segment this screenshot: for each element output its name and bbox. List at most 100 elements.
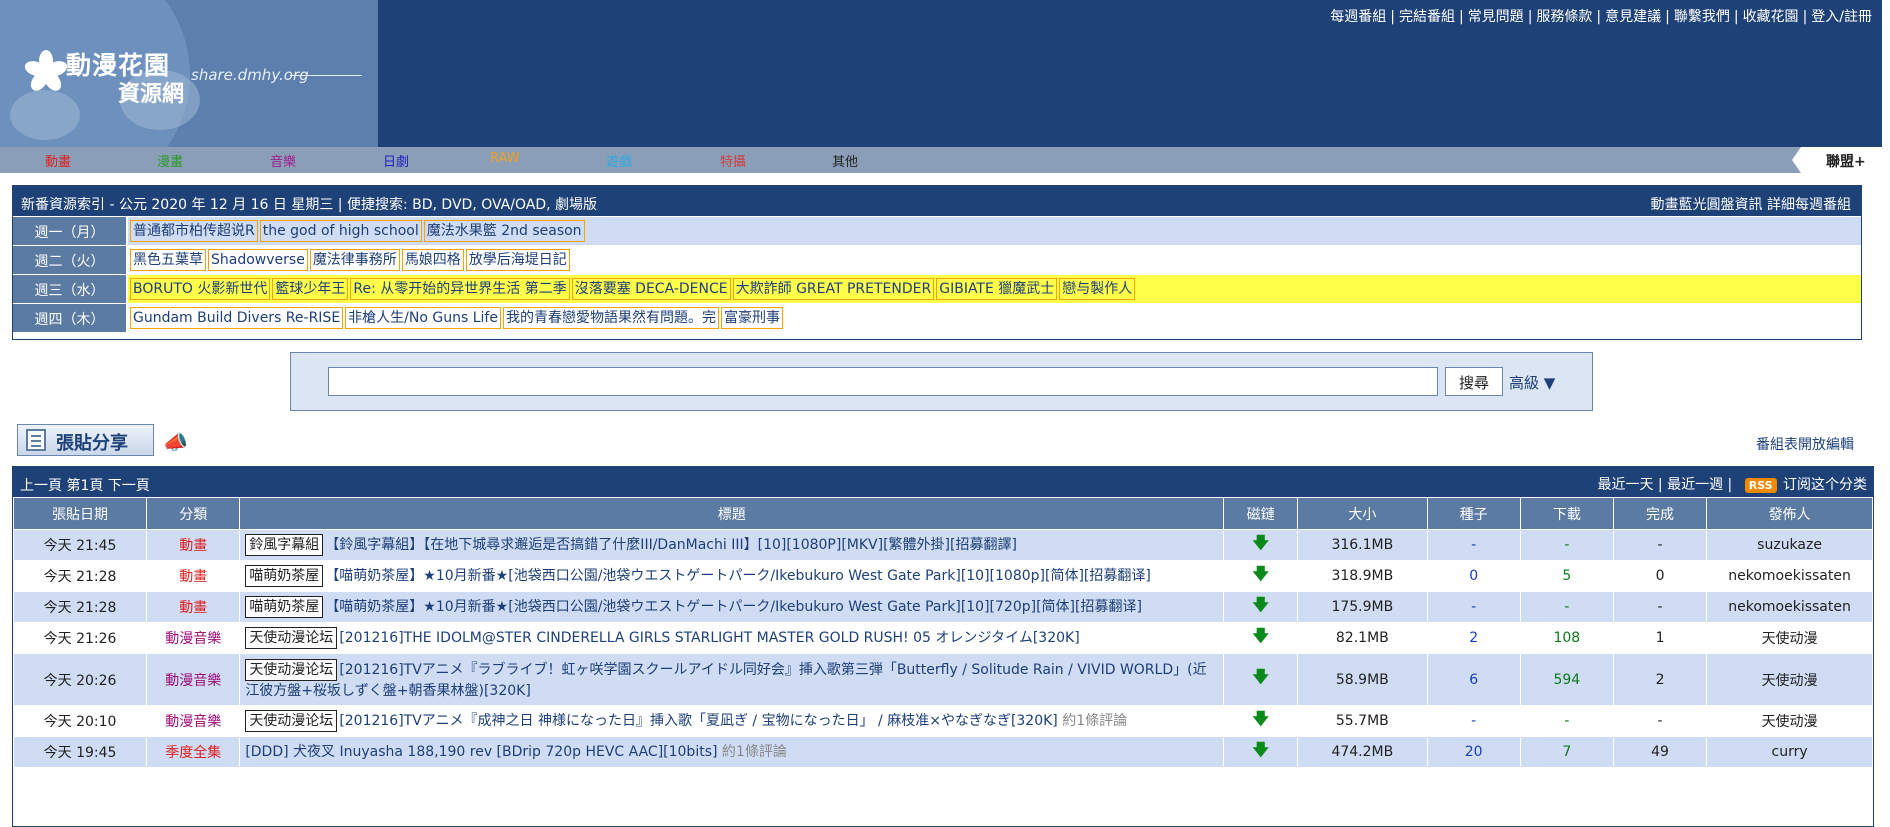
weekly-series-link[interactable]: 沒落要塞 DECA-DENCE <box>571 278 731 300</box>
category-games[interactable]: 遊戲 <box>606 151 632 170</box>
comment-count[interactable]: 約1條評論 <box>1062 713 1127 729</box>
column-header-magnet[interactable]: 磁鏈 <box>1223 497 1299 530</box>
toplink-contact[interactable]: 聯繫我們 <box>1674 9 1730 25</box>
team-tag[interactable]: 天使动漫论坛 <box>245 658 338 681</box>
weekly-series-link[interactable]: 我的青春戀愛物語果然有問題。完 <box>502 307 719 329</box>
weekly-series-link[interactable]: 非槍人生/No Guns Life <box>345 307 501 329</box>
category-other[interactable]: 其他 <box>832 151 858 170</box>
post-share-button[interactable]: 張貼分享 <box>17 424 154 456</box>
magnet-download-icon[interactable]: 🡇 <box>1252 533 1268 552</box>
torrent-title-link[interactable]: [201216]TVアニメ『成神之日 神様になった日』挿入歌「夏凪ぎ / 宝物に… <box>339 713 1057 729</box>
rss-subscribe-link[interactable]: 订阅这个分类 <box>1783 477 1867 493</box>
search-button[interactable]: 搜尋 <box>1445 367 1503 396</box>
category-jdrama[interactable]: 日劇 <box>383 151 409 170</box>
column-header-date[interactable]: 張貼日期 <box>13 497 148 530</box>
announcement-speaker-icon[interactable]: 📣 <box>163 430 188 454</box>
toplink-bookmark[interactable]: 收藏花園 <box>1743 9 1799 25</box>
weekly-series-link[interactable]: BORUTO 火影新世代 <box>130 278 271 300</box>
site-logo[interactable]: 動漫花園 資源網 share.dmhy.org <box>0 0 378 147</box>
category-link[interactable]: 動漫音樂 <box>146 653 241 706</box>
column-header-downloads[interactable]: 下載 <box>1519 497 1614 530</box>
toplink-terms[interactable]: 服務條款 <box>1536 9 1592 25</box>
category-link[interactable]: 動畫 <box>146 591 241 623</box>
weekly-title[interactable]: 新番資源索引 - 公元 2020 年 12 月 16 日 星期三 | 便捷搜索:… <box>21 197 597 213</box>
column-header-completed[interactable]: 完成 <box>1612 497 1708 530</box>
uploader-link[interactable]: nekomoekissaten <box>1706 560 1873 592</box>
magnet-download-icon[interactable]: 🡇 <box>1252 626 1268 645</box>
weekly-series-link[interactable]: GIBIATE 獵魔武士 <box>936 278 1058 300</box>
category-tokusatsu[interactable]: 特攝 <box>720 151 746 170</box>
uploader-link[interactable]: 天使动漫 <box>1706 622 1873 654</box>
uploader-link[interactable]: suzukaze <box>1706 529 1873 561</box>
comment-count[interactable]: 約1條評論 <box>722 744 787 760</box>
table-row[interactable]: 今天 19:45 季度全集 [DDD] 犬夜叉 Inuyasha 188,190 r… <box>13 736 1873 768</box>
weekly-series-link[interactable]: the god of high school <box>259 220 422 242</box>
rss-icon[interactable]: RSS <box>1744 478 1777 493</box>
weekly-series-link[interactable]: Shadowverse <box>208 249 308 271</box>
magnet-download-icon[interactable]: 🡇 <box>1252 740 1268 759</box>
team-tag[interactable]: 天使动漫论坛 <box>245 627 338 649</box>
weekly-series-link[interactable]: 籃球少年王 <box>272 278 349 300</box>
column-header-seeds[interactable]: 種子 <box>1426 497 1521 530</box>
weekly-series-link[interactable]: 普通都市柏传超说R <box>130 220 258 242</box>
weekly-series-link[interactable]: 魔法律事務所 <box>309 249 400 271</box>
toplink-weekly[interactable]: 每週番組 <box>1330 9 1386 25</box>
magnet-download-icon[interactable]: 🡇 <box>1252 667 1268 686</box>
category-music[interactable]: 音樂 <box>270 151 296 170</box>
weekly-series-link[interactable]: 富豪刑事 <box>720 307 783 329</box>
table-row[interactable]: 今天 21:28 動畫 喵萌奶茶屋 【喵萌奶茶屋】★10月新番★[池袋西口公園/池袋ウ… <box>13 560 1873 592</box>
weekly-series-link[interactable]: 戀与製作人 <box>1059 278 1136 300</box>
weekly-series-link[interactable]: Re: 从零开始的异世界生活 第二季 <box>350 278 570 300</box>
toplink-feedback[interactable]: 意見建議 <box>1605 9 1661 25</box>
toplink-login[interactable]: 登入/註冊 <box>1811 9 1872 25</box>
column-header-title[interactable]: 標題 <box>239 497 1225 530</box>
uploader-link[interactable]: 天使动漫 <box>1706 705 1873 737</box>
filter-last-day[interactable]: 最近一天 <box>1597 477 1653 493</box>
toplink-completed[interactable]: 完結番組 <box>1399 9 1455 25</box>
torrent-title-link[interactable]: [201216]TVアニメ『ラブライブ！虹ヶ咲学園スクールアイドル同好会』挿入歌… <box>245 662 1206 699</box>
torrent-title-link[interactable]: 【鈴風字幕組】【在地下城尋求邂逅是否搞錯了什麼III/DanMachi III】… <box>325 537 1017 553</box>
toplink-faq[interactable]: 常見問題 <box>1468 9 1524 25</box>
filter-last-week[interactable]: 最近一週 <box>1667 477 1723 493</box>
column-header-category[interactable]: 分類 <box>146 497 241 530</box>
category-link[interactable]: 動漫音樂 <box>146 622 241 654</box>
schedule-open-edit-link[interactable]: 番組表開放編輯 <box>1756 434 1854 454</box>
column-header-uploader[interactable]: 發佈人 <box>1706 497 1873 530</box>
category-link[interactable]: 動畫 <box>146 560 241 592</box>
team-tag[interactable]: 喵萌奶茶屋 <box>245 565 324 587</box>
uploader-link[interactable]: nekomoekissaten <box>1706 591 1873 623</box>
uploader-link[interactable]: 天使动漫 <box>1706 653 1873 706</box>
magnet-download-icon[interactable]: 🡇 <box>1252 595 1268 614</box>
weekly-series-link[interactable]: 魔法水果籃 2nd season <box>423 220 585 242</box>
torrent-title-link[interactable]: 【喵萌奶茶屋】★10月新番★[池袋西口公園/池袋ウエストゲートパーク/Ikebu… <box>325 568 1151 584</box>
table-row[interactable]: 今天 21:45 動畫 鈴風字幕組 【鈴風字幕組】【在地下城尋求邂逅是否搞錯了什麼II… <box>13 529 1873 561</box>
category-raw[interactable]: RAW <box>490 151 520 166</box>
column-header-size[interactable]: 大小 <box>1297 497 1428 530</box>
category-link[interactable]: 動漫音樂 <box>146 705 241 737</box>
team-tag[interactable]: 鈴風字幕組 <box>245 534 324 556</box>
team-tag[interactable]: 天使动漫论坛 <box>245 710 338 732</box>
search-input[interactable] <box>328 367 1438 396</box>
weekly-series-link[interactable]: 放學后海堤日記 <box>465 249 570 271</box>
uploader-link[interactable]: curry <box>1706 736 1873 768</box>
table-row[interactable]: 今天 21:26 動漫音樂 天使动漫论坛 [201216]THE IDOLM@STER… <box>13 622 1873 654</box>
category-manga[interactable]: 漫畫 <box>157 151 183 170</box>
weekly-series-link[interactable]: 大欺詐師 GREAT PRETENDER <box>732 278 935 300</box>
torrent-title-link[interactable]: [201216]THE IDOLM@STER CINDERELLA GIRLS … <box>339 630 1079 646</box>
weekly-header-links[interactable]: 動畫藍光圓盤資訊 詳細每週番組 <box>1651 194 1851 214</box>
table-row[interactable]: 今天 21:28 動畫 喵萌奶茶屋 【喵萌奶茶屋】★10月新番★[池袋西口公園/池袋ウ… <box>13 591 1873 623</box>
magnet-download-icon[interactable]: 🡇 <box>1252 709 1268 728</box>
pagination[interactable]: 上一頁 第1頁 下一頁 <box>20 478 150 494</box>
category-anime[interactable]: 動畫 <box>45 151 71 170</box>
category-link[interactable]: 動畫 <box>146 529 241 561</box>
weekly-series-link[interactable]: 黑色五葉草 <box>130 249 206 271</box>
team-tag[interactable]: 喵萌奶茶屋 <box>245 596 324 618</box>
table-row[interactable]: 今天 20:10 動漫音樂 天使动漫论坛 [201216]TVアニメ『成神之日 神様に… <box>13 705 1873 737</box>
magnet-download-icon[interactable]: 🡇 <box>1252 564 1268 583</box>
weekly-series-link[interactable]: 馬娘四格 <box>401 249 464 271</box>
torrent-title-link[interactable]: [DDD] 犬夜叉 Inuyasha 188,190 rev [BDrip 72… <box>245 744 717 760</box>
torrent-title-link[interactable]: 【喵萌奶茶屋】★10月新番★[池袋西口公園/池袋ウエストゲートパーク/Ikebu… <box>325 599 1142 615</box>
union-tab[interactable]: 聯盟+ <box>1792 147 1882 173</box>
advanced-search-toggle[interactable]: 高級 ▼ <box>1509 372 1555 393</box>
weekly-series-link[interactable]: Gundam Build Divers Re-RISE <box>130 307 344 329</box>
